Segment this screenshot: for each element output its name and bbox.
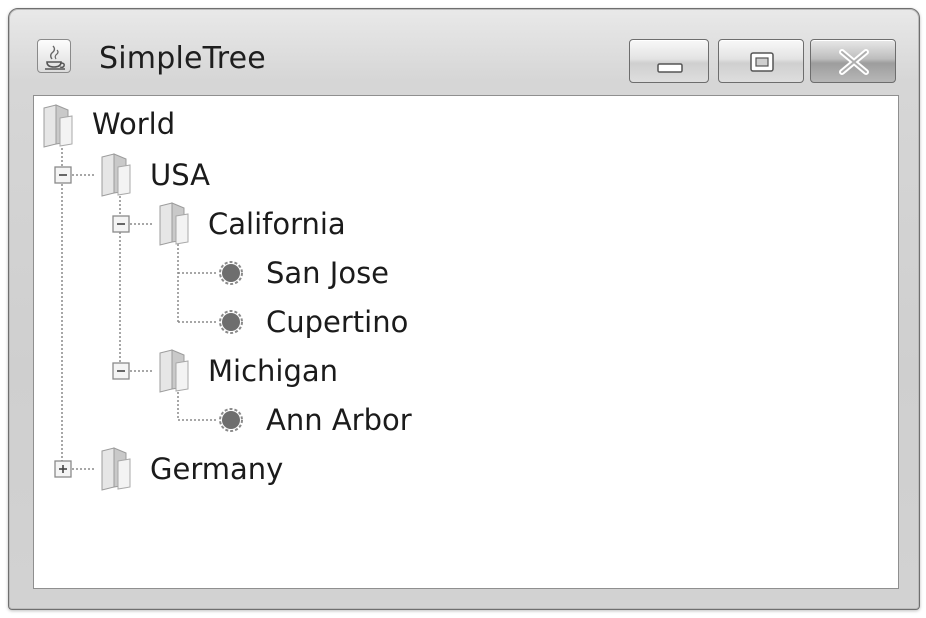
folder-closed-icon xyxy=(101,447,131,491)
tree-node-label: San Jose xyxy=(266,256,390,290)
maximize-icon xyxy=(750,52,774,72)
tree-node-label: Michigan xyxy=(208,354,339,388)
maximize-button[interactable] xyxy=(718,39,804,83)
java-cup-icon[interactable] xyxy=(37,39,71,73)
tree-node-ann-arbor[interactable]: Ann Arbor xyxy=(34,398,454,442)
folder-open-icon xyxy=(159,202,189,246)
leaf-node-icon xyxy=(219,408,243,432)
tree-node-michigan[interactable]: Michigan xyxy=(34,349,374,393)
tree-node-label: World xyxy=(92,107,176,141)
folder-open-icon xyxy=(101,153,131,197)
leaf-node-icon xyxy=(219,261,243,285)
collapse-icon[interactable] xyxy=(54,166,72,184)
simpletree-window: SimpleTree World USA California San Jose… xyxy=(8,8,920,610)
folder-open-icon xyxy=(159,349,189,393)
minimize-icon xyxy=(657,63,683,73)
folder-open-icon xyxy=(43,104,73,148)
title-bar[interactable]: SimpleTree xyxy=(9,9,919,95)
close-icon xyxy=(839,49,869,75)
minimize-button[interactable] xyxy=(629,39,709,83)
tree-node-label: Ann Arbor xyxy=(266,403,412,437)
close-button[interactable] xyxy=(810,39,896,83)
window-title: SimpleTree xyxy=(99,41,266,76)
tree-node-germany[interactable]: Germany xyxy=(34,447,314,491)
tree-node-cupertino[interactable]: Cupertino xyxy=(34,300,454,344)
tree-node-world[interactable]: World xyxy=(34,104,234,148)
tree-node-san-jose[interactable]: San Jose xyxy=(34,251,434,295)
tree-node-label: USA xyxy=(150,158,211,192)
tree-view[interactable]: World USA California San Jose Cupertino … xyxy=(33,95,899,589)
tree-node-label: Germany xyxy=(150,452,284,486)
tree-node-label: Cupertino xyxy=(266,305,409,339)
expand-icon[interactable] xyxy=(54,460,72,478)
tree-node-usa[interactable]: USA xyxy=(34,153,234,197)
collapse-icon[interactable] xyxy=(112,362,130,380)
tree-node-label: California xyxy=(208,207,346,241)
collapse-icon[interactable] xyxy=(112,215,130,233)
leaf-node-icon xyxy=(219,310,243,334)
tree-node-california[interactable]: California xyxy=(34,202,374,246)
